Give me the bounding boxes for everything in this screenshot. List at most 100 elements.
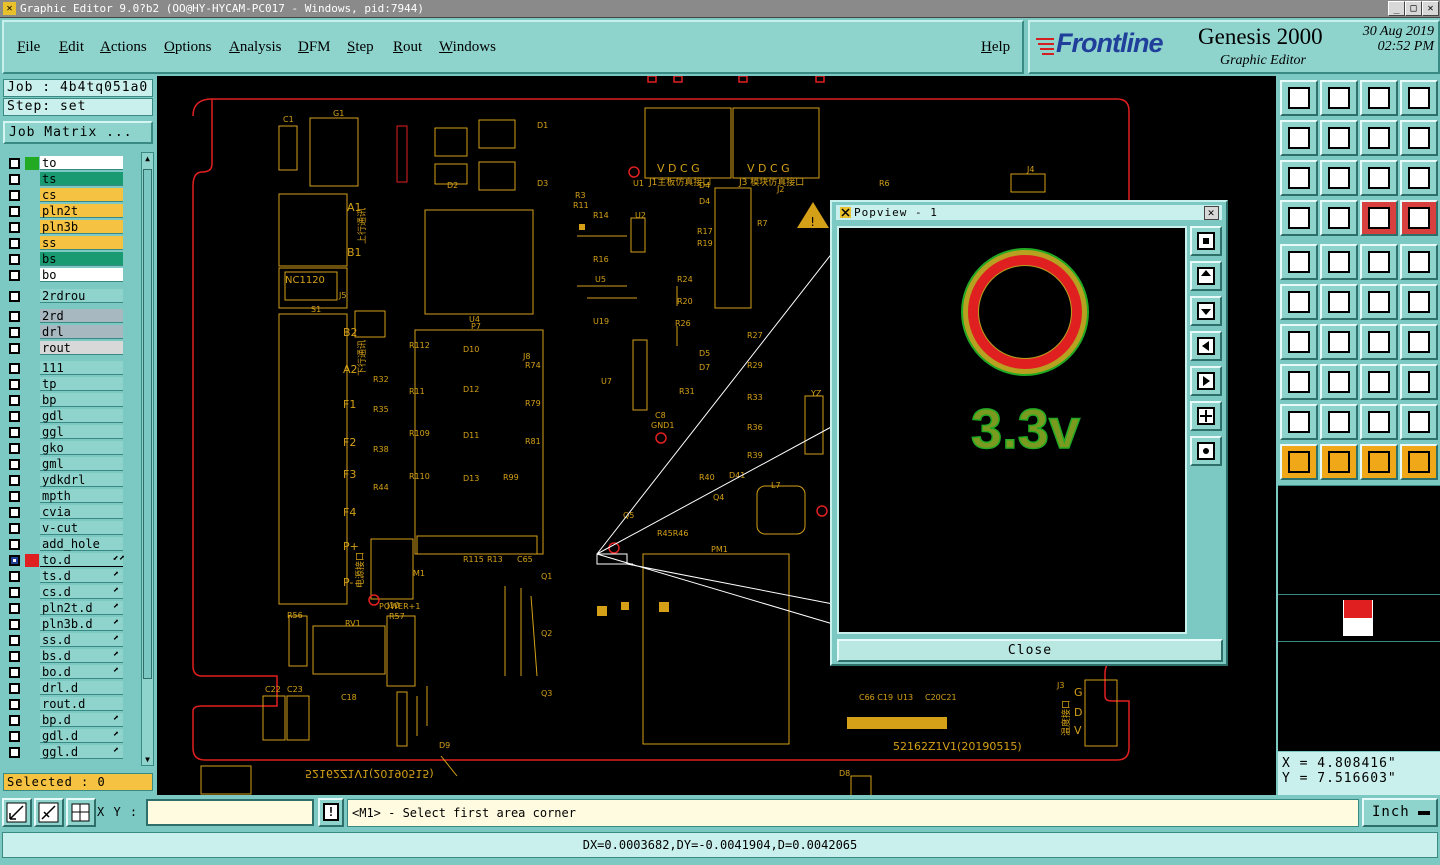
- layer-checkbox[interactable]: [9, 291, 20, 302]
- layer-checkbox[interactable]: [9, 395, 20, 406]
- layer-name[interactable]: gml: [40, 457, 123, 471]
- layer-name[interactable]: bo: [40, 268, 123, 282]
- layer-color-swatch[interactable]: [25, 746, 39, 759]
- settings-button[interactable]: [1280, 200, 1318, 236]
- layer-row-to[interactable]: to: [3, 156, 140, 170]
- layer-row-111[interactable]: 111: [3, 361, 140, 375]
- snap-button[interactable]: [2, 798, 32, 827]
- layer-checkbox[interactable]: [9, 254, 20, 265]
- layer-name[interactable]: ggl.d: [40, 745, 123, 759]
- line-button[interactable]: [1280, 324, 1318, 360]
- layer-color-swatch[interactable]: [25, 410, 39, 423]
- layer-color-swatch[interactable]: [25, 714, 39, 727]
- popview-close-button[interactable]: Close: [837, 639, 1223, 662]
- layer-checkbox[interactable]: [9, 363, 20, 374]
- layer-row-ss[interactable]: ss: [3, 236, 140, 250]
- layer-color-swatch[interactable]: [25, 538, 39, 551]
- help-button[interactable]: [1400, 160, 1438, 196]
- layer-color-swatch[interactable]: [25, 570, 39, 583]
- layer-checkbox[interactable]: [9, 222, 20, 233]
- layer-row-drl-d[interactable]: drl.d: [3, 681, 140, 695]
- popview-up-button[interactable]: [1190, 261, 1222, 291]
- layer-row-bp-d[interactable]: bp.d ⬈: [3, 713, 140, 727]
- menu-edit[interactable]: Edit: [59, 39, 84, 56]
- layer-name[interactable]: 2rdrou: [40, 289, 123, 303]
- layer-checkbox[interactable]: [9, 443, 20, 454]
- draw-button[interactable]: [1320, 244, 1358, 280]
- measure-box-button[interactable]: [1360, 364, 1398, 400]
- menu-options[interactable]: Options: [164, 39, 212, 56]
- pad-button[interactable]: [1280, 364, 1318, 400]
- layer-name[interactable]: pln3b.d: [40, 617, 123, 631]
- layer-row-gml[interactable]: gml: [3, 457, 140, 471]
- popview-fit-button[interactable]: [1190, 401, 1222, 431]
- menu-step[interactable]: Step: [347, 39, 374, 56]
- layer-color-swatch[interactable]: [25, 342, 39, 355]
- pan-button[interactable]: [1280, 160, 1318, 196]
- layer-color-swatch[interactable]: [25, 362, 39, 375]
- layer-row-cs-d[interactable]: cs.d ⬈: [3, 585, 140, 599]
- layer-checkbox[interactable]: [9, 587, 20, 598]
- menu-rout[interactable]: Rout: [393, 39, 422, 56]
- layer-name[interactable]: bs: [40, 252, 123, 266]
- hole-button[interactable]: [1400, 244, 1438, 280]
- layer-color-swatch[interactable]: [25, 698, 39, 711]
- rotate-button[interactable]: [1400, 284, 1438, 320]
- layer-name[interactable]: to: [40, 156, 123, 170]
- layer-row-to-d[interactable]: to.d ⬋⬈: [3, 553, 140, 567]
- layer-color-swatch[interactable]: [25, 253, 39, 266]
- menu-windows[interactable]: Windows: [439, 39, 496, 56]
- xy-input[interactable]: [146, 799, 314, 826]
- popview-down-button[interactable]: [1190, 296, 1222, 326]
- layer-row-cs[interactable]: cs: [3, 188, 140, 202]
- layer-name[interactable]: pln2t: [40, 204, 123, 218]
- layer-name[interactable]: cs: [40, 188, 123, 202]
- layer-color-swatch[interactable]: [25, 221, 39, 234]
- zoom-home-button[interactable]: [1280, 80, 1318, 116]
- layer-swap-button[interactable]: [1360, 120, 1398, 156]
- layer-name[interactable]: bs.d: [40, 649, 123, 663]
- layer-checkbox[interactable]: [9, 747, 20, 758]
- split-view-button[interactable]: [1400, 80, 1438, 116]
- layer-row-ydkdrl[interactable]: ydkdrl: [3, 473, 140, 487]
- layer-row-add-hole[interactable]: add_hole: [3, 537, 140, 551]
- layer-checkbox[interactable]: [9, 667, 20, 678]
- layer-name[interactable]: rout.d: [40, 697, 123, 711]
- layer-row-tp[interactable]: tp: [3, 377, 140, 391]
- layer-checkbox[interactable]: [9, 635, 20, 646]
- popview-right-button[interactable]: [1190, 366, 1222, 396]
- popview-left-button[interactable]: [1190, 331, 1222, 361]
- triangle-2-button[interactable]: [1320, 404, 1358, 440]
- layer-name[interactable]: add_hole: [40, 537, 123, 551]
- scroll-down-icon[interactable]: ▼: [143, 755, 152, 764]
- ruler-button[interactable]: [1360, 244, 1398, 280]
- zoom-home-2-button[interactable]: [1360, 80, 1398, 116]
- layer-checkbox[interactable]: [9, 427, 20, 438]
- layer-name[interactable]: pln2t.d: [40, 601, 123, 615]
- layer-name[interactable]: ts: [40, 172, 123, 186]
- layer-checkbox[interactable]: [9, 491, 20, 502]
- menu-help[interactable]: Help: [981, 39, 1010, 56]
- probe-button[interactable]: [1320, 200, 1358, 236]
- layer-name[interactable]: cs.d: [40, 585, 123, 599]
- measure-button[interactable]: [34, 798, 64, 827]
- layer-checkbox[interactable]: [9, 327, 20, 338]
- layer-name[interactable]: gko: [40, 441, 123, 455]
- layer-checkbox[interactable]: [9, 507, 20, 518]
- layer-row-drl[interactable]: drl: [3, 325, 140, 339]
- popview-close-icon[interactable]: ✕: [1204, 206, 1219, 220]
- layer-checkbox[interactable]: [9, 238, 20, 249]
- layer-color-swatch[interactable]: [25, 682, 39, 695]
- layer-checkbox[interactable]: [9, 731, 20, 742]
- close-window-button[interactable]: ✕: [1422, 1, 1439, 16]
- layer-checkbox[interactable]: [9, 571, 20, 582]
- layer-row-pln2t-d[interactable]: pln2t.d ⬈: [3, 601, 140, 615]
- select-net-button[interactable]: [1280, 244, 1318, 280]
- move-button[interactable]: [1360, 284, 1398, 320]
- layer-color-swatch[interactable]: [25, 666, 39, 679]
- layer-color-swatch[interactable]: [25, 506, 39, 519]
- layer-checkbox[interactable]: [9, 475, 20, 486]
- menu-actions[interactable]: Actions: [100, 39, 147, 56]
- minimize-button[interactable]: _: [1388, 1, 1405, 16]
- layer-name[interactable]: ss.d: [40, 633, 123, 647]
